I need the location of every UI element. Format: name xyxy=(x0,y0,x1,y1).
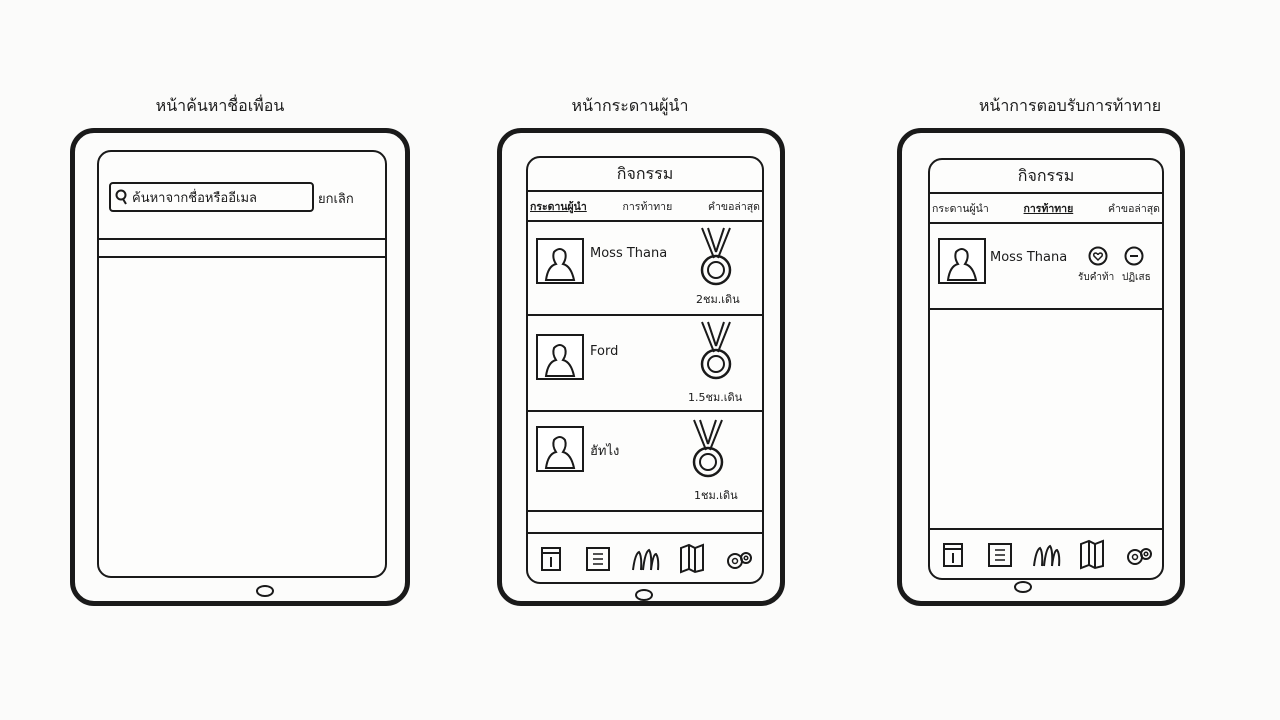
stats-icon[interactable] xyxy=(985,538,1015,570)
activity-tabs: กระดานผู้นำ การท้าทาย คำขอล่าสุด xyxy=(528,192,762,222)
medal-icon xyxy=(700,227,732,286)
leaderboard-stat: 1ชม.เดิน xyxy=(694,489,738,502)
leaderboard-row[interactable]: Ford 1.5ชม.เดิน xyxy=(528,316,762,412)
leaderboard-stat: 2ชม.เดิน xyxy=(696,293,740,306)
leaderboard-name: ฮัทไง xyxy=(590,444,620,459)
search-divider-bottom xyxy=(99,256,385,258)
person-icon xyxy=(946,248,978,281)
tab-recent-requests[interactable]: คำขอล่าสุด xyxy=(1108,200,1160,217)
search-icon xyxy=(115,189,127,205)
map-icon[interactable] xyxy=(1077,538,1107,570)
search-divider-top xyxy=(99,238,385,240)
tab-leaderboard[interactable]: กระดานผู้นำ xyxy=(932,200,989,217)
minus-circle-icon[interactable] xyxy=(1124,246,1144,266)
leaderboard-stat: 1.5ชม.เดิน xyxy=(688,391,743,404)
bottom-nav xyxy=(528,532,762,582)
home-button[interactable] xyxy=(256,585,274,597)
friends-icon[interactable] xyxy=(630,542,660,574)
medal-icon xyxy=(700,321,732,380)
challenge-row[interactable]: Moss Thana รับคำท้า ปฏิเสธ xyxy=(930,226,1162,310)
activity-tabs: กระดานผู้นำ การท้าทาย คำขอล่าสุด xyxy=(930,194,1162,224)
avatar xyxy=(536,426,584,472)
bottom-nav xyxy=(930,528,1162,578)
map-icon[interactable] xyxy=(677,542,707,574)
stats-icon[interactable] xyxy=(583,542,613,574)
person-icon xyxy=(544,344,576,377)
medal-icon xyxy=(692,419,724,478)
search-screen-caption: หน้าค้นหาชื่อเพื่อน xyxy=(155,96,285,115)
reject-label[interactable]: ปฏิเสธ xyxy=(1122,270,1151,285)
challenge-screen: กิจกรรม กระดานผู้นำ การท้าทาย คำขอล่าสุด… xyxy=(928,158,1164,580)
leaderboard-row[interactable]: ฮัทไง 1ชม.เดิน xyxy=(528,412,762,512)
cancel-button[interactable]: ยกเลิก xyxy=(318,188,354,209)
calendar-icon[interactable] xyxy=(536,542,566,574)
tab-challenges[interactable]: การท้าทาย xyxy=(1024,200,1074,217)
search-input[interactable]: ค้นหาจากชื่อหรืออีเมล xyxy=(109,182,314,212)
calendar-icon[interactable] xyxy=(938,538,968,570)
settings-icon[interactable] xyxy=(724,542,754,574)
tab-challenges[interactable]: การท้าทาย xyxy=(623,198,673,215)
home-button[interactable] xyxy=(635,589,653,601)
challenge-tablet: กิจกรรม กระดานผู้นำ การท้าทาย คำขอล่าสุด… xyxy=(897,128,1185,606)
leaderboard-row[interactable]: Moss Thana 2ชม.เดิน xyxy=(528,224,762,316)
leaderboard-tablet: กิจกรรม กระดานผู้นำ การท้าทาย คำขอล่าสุด… xyxy=(497,128,785,606)
friends-icon[interactable] xyxy=(1031,538,1061,570)
challenger-name: Moss Thana xyxy=(990,250,1068,265)
avatar xyxy=(536,334,584,380)
tab-leaderboard[interactable]: กระดานผู้นำ xyxy=(530,198,587,215)
search-results-list xyxy=(99,260,385,576)
leaderboard-name: Moss Thana xyxy=(590,246,668,261)
search-placeholder: ค้นหาจากชื่อหรืออีเมล xyxy=(132,190,258,206)
page-title: กิจกรรม xyxy=(528,158,762,192)
accept-label[interactable]: รับคำท้า xyxy=(1078,270,1114,285)
challenge-screen-caption: หน้าการตอบรับการท้าทาย xyxy=(978,96,1162,115)
tab-recent-requests[interactable]: คำขอล่าสุด xyxy=(708,198,760,215)
leaderboard-screen-caption: หน้ากระดานผู้นำ xyxy=(571,96,689,115)
page-title: กิจกรรม xyxy=(930,160,1162,194)
search-tablet: ค้นหาจากชื่อหรืออีเมล ยกเลิก xyxy=(70,128,410,606)
home-button[interactable] xyxy=(1014,581,1032,593)
person-icon xyxy=(544,436,576,469)
person-icon xyxy=(544,248,576,281)
search-screen: ค้นหาจากชื่อหรืออีเมล ยกเลิก xyxy=(97,150,387,578)
avatar xyxy=(938,238,986,284)
avatar xyxy=(536,238,584,284)
leaderboard-screen: กิจกรรม กระดานผู้นำ การท้าทาย คำขอล่าสุด… xyxy=(526,156,764,584)
settings-icon[interactable] xyxy=(1124,538,1154,570)
leaderboard-name: Ford xyxy=(590,344,619,359)
heart-icon[interactable] xyxy=(1088,246,1108,266)
